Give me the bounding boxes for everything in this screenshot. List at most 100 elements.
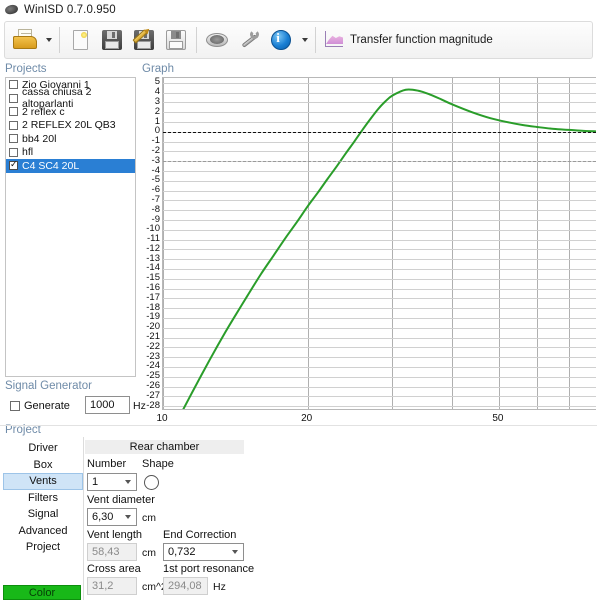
circle-shape-icon[interactable] [144, 475, 159, 490]
transfer-function-chart-icon [323, 30, 345, 50]
project-tab-filters[interactable]: Filters [3, 490, 83, 507]
cross-area-value: 31,2 [87, 577, 137, 595]
projects-list[interactable]: Zio Giovanni 1 cassa chiusa 2 altoparlant… [5, 77, 136, 377]
y-axis-tick-label: -17 [146, 291, 160, 303]
new-project-button[interactable] [64, 23, 96, 57]
reference-line--3db [163, 161, 596, 162]
save-all-floppy-icon [163, 27, 189, 53]
project-tab-project[interactable]: Project [3, 539, 83, 556]
project-checkbox[interactable] [9, 80, 18, 90]
color-button[interactable]: Color [3, 585, 81, 600]
graph-group-label: Graph [142, 63, 174, 75]
x-axis: 10 20 50 [156, 411, 596, 427]
project-checkbox[interactable] [9, 107, 18, 117]
driver-database-button[interactable] [201, 23, 233, 57]
window-title: WinISD 0.7.0.950 [24, 3, 116, 16]
project-checkbox[interactable] [9, 120, 18, 130]
y-axis-tick-label: -14 [146, 262, 160, 274]
number-select[interactable]: 1 [87, 473, 137, 491]
y-axis-tick-label: -1 [151, 135, 160, 147]
y-axis-tick-label: -9 [151, 213, 160, 225]
signal-generator-group-label: Signal Generator [5, 380, 92, 392]
save-all-projects-button[interactable] [160, 23, 192, 57]
end-correction-value: 0,732 [168, 546, 196, 558]
y-axis-tick-label: -21 [146, 331, 160, 343]
about-info-button[interactable]: i [265, 23, 297, 57]
y-axis-tick-label: -24 [146, 360, 160, 372]
generate-checkbox-row[interactable]: Generate [10, 400, 70, 412]
y-axis-tick-label: -18 [146, 301, 160, 313]
open-project-dropdown[interactable] [41, 23, 55, 57]
y-axis-tick-label: -3 [151, 154, 160, 166]
project-list-item[interactable]: cassa chiusa 2 altoparlanti [6, 86, 135, 110]
project-tab-advanced[interactable]: Advanced [3, 523, 83, 540]
project-tab-driver[interactable]: Driver [3, 440, 83, 457]
toolbar-separator [59, 27, 60, 53]
project-checkbox[interactable] [9, 159, 18, 171]
chart-mode-label: Transfer function magnitude [350, 34, 493, 46]
frequency-input[interactable]: 1000 [85, 396, 130, 414]
project-list-item[interactable]: C4 SC4 20L [6, 159, 135, 173]
info-circle-icon: i [268, 27, 294, 53]
vent-length-unit: cm [142, 547, 156, 559]
save-as-project-button[interactable] [128, 23, 160, 57]
y-axis-tick-label: -25 [146, 370, 160, 382]
graph-area[interactable]: 5 4 3 2 1 0 -1 -2 -3 -4 -5 -6 -7 -8 -9 -10 -11 -12 -13 -14-… [139, 76, 597, 424]
y-axis-tick-label: -26 [146, 380, 160, 391]
save-floppy-icon [99, 27, 125, 53]
chevron-down-icon [232, 550, 239, 554]
y-axis-tick-label: -28 [146, 399, 160, 411]
end-correction-select[interactable]: 0,732 [163, 543, 244, 561]
about-info-dropdown[interactable] [297, 23, 311, 57]
y-axis-tick-label: -2 [151, 144, 160, 156]
project-list-item[interactable]: hfl [6, 146, 135, 160]
y-axis-tick-label: -10 [146, 223, 160, 235]
chevron-down-icon [125, 515, 132, 519]
transfer-function-curve [182, 88, 596, 409]
rear-chamber-header: Rear chamber [85, 440, 244, 454]
title-bar: WinISD 0.7.0.950 [0, 0, 597, 19]
toolbar-separator-3 [315, 27, 316, 53]
project-list-item[interactable]: 2 REFLEX 20L QB3 [6, 119, 135, 133]
end-correction-label: End Correction [163, 529, 237, 541]
vent-diameter-select[interactable]: 6,30 [87, 508, 137, 526]
vents-panel: Rear chamber Number 1 Shape Vent diamete… [85, 437, 345, 600]
project-tab-vents[interactable]: Vents [3, 473, 83, 490]
project-tab-list[interactable]: Driver Box Vents Filters Signal Advanced Proje… [3, 440, 83, 556]
projects-group-label: Projects [5, 63, 47, 75]
winisd-window: WinISD 0.7.0.950 i Transfer function mag… [0, 0, 597, 600]
port-resonance-unit: Hz [213, 581, 226, 593]
save-project-button[interactable] [96, 23, 128, 57]
y-axis-tick-label: -8 [151, 203, 160, 215]
chart-mode-selector[interactable]: Transfer function magnitude [320, 23, 496, 57]
open-project-button[interactable] [9, 23, 41, 57]
project-item-label: bb4 20l [22, 132, 57, 145]
chevron-down-icon-2 [302, 38, 308, 42]
generate-checkbox[interactable] [10, 401, 20, 411]
vent-length-label: Vent length [87, 529, 143, 541]
number-label: Number [87, 458, 127, 470]
wrench-icon [236, 27, 262, 53]
project-item-label: 2 reflex c [22, 105, 65, 118]
speaker-cone-icon [4, 3, 19, 16]
project-tab-signal[interactable]: Signal [3, 506, 83, 523]
x-axis-tick-label: 50 [492, 413, 504, 424]
y-axis-tick-label: 0 [154, 125, 160, 137]
vent-diameter-value: 6,30 [92, 511, 114, 523]
project-checkbox[interactable] [9, 147, 18, 157]
y-axis-tick-label: 5 [154, 76, 160, 88]
chevron-down-icon [46, 38, 52, 42]
port-resonance-value: 294,08 [163, 577, 208, 595]
project-checkbox[interactable] [9, 134, 18, 144]
toolbar-separator-2 [196, 27, 197, 53]
cross-area-label: Cross area [87, 563, 141, 575]
project-checkbox[interactable] [9, 93, 18, 103]
plot-area[interactable] [162, 77, 596, 410]
project-tab-box[interactable]: Box [3, 457, 83, 474]
port-resonance-label: 1st port resonance [163, 563, 255, 575]
main-toolbar: i Transfer function magnitude [4, 21, 593, 59]
x-axis-tick-label: 10 [156, 413, 168, 424]
project-list-item[interactable]: bb4 20l [6, 132, 135, 146]
project-item-label: C4 SC4 20L [22, 159, 80, 172]
preferences-button[interactable] [233, 23, 265, 57]
